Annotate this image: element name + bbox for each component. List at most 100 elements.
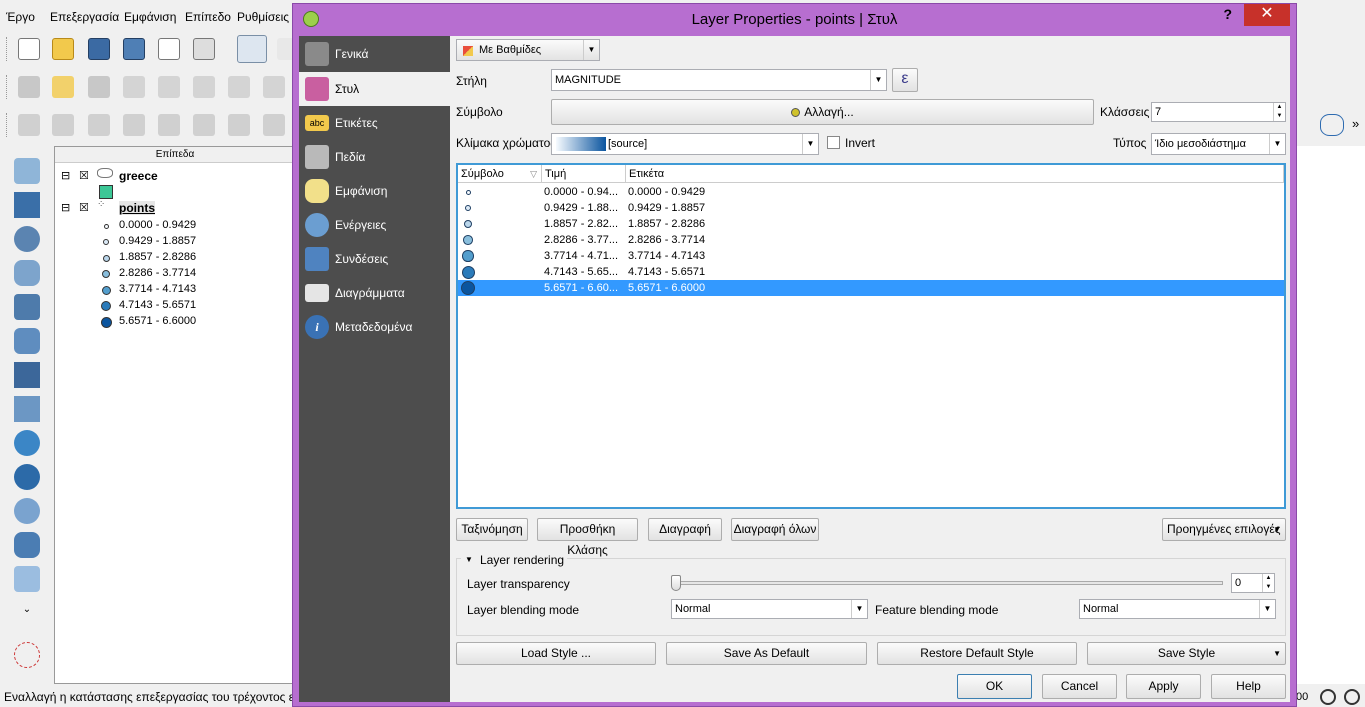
column-header-symbol[interactable]: Σύμβολο ▽ (458, 165, 542, 183)
delete-ring-icon[interactable] (228, 114, 250, 136)
class-value-cell[interactable]: 2.8286 - 3.77... (544, 232, 624, 248)
class-label-cell[interactable]: 4.7143 - 5.6571 (628, 264, 705, 280)
visibility-checkbox[interactable]: ☒ (79, 169, 89, 182)
add-feature-icon[interactable] (123, 76, 145, 98)
add-vector-layer-icon[interactable] (14, 158, 40, 184)
pan-map-icon[interactable] (237, 35, 267, 63)
legend-item[interactable]: 0.9429 - 1.8857 (119, 235, 196, 247)
redo-icon[interactable] (52, 114, 74, 136)
legend-item[interactable]: 2.8286 - 3.7714 (119, 267, 196, 279)
rotate-feature-icon[interactable] (88, 114, 110, 136)
load-style-button[interactable]: Load Style ... (456, 642, 656, 665)
add-delimited-text-icon[interactable] (14, 464, 40, 490)
invert-checkbox[interactable] (827, 136, 840, 149)
table-row[interactable]: 1.8857 - 2.82... 1.8857 - 2.8286 (458, 216, 1284, 232)
class-value-cell[interactable]: 3.7714 - 4.71... (544, 248, 624, 264)
class-symbol-icon[interactable] (461, 265, 475, 279)
class-symbol-icon[interactable] (463, 235, 473, 245)
class-value-cell[interactable]: 4.7143 - 5.65... (544, 264, 624, 280)
sidebar-item-labels[interactable]: abc Ετικέτες (299, 106, 450, 140)
add-class-button[interactable]: Προσθήκη Κλάσης (537, 518, 638, 557)
menu-view[interactable]: Εμφάνιση (124, 10, 176, 24)
messages-icon[interactable] (1344, 689, 1360, 705)
table-row[interactable]: 0.0000 - 0.94... 0.0000 - 0.9429 (458, 184, 1284, 200)
class-symbol-icon[interactable] (464, 204, 472, 212)
legend-item[interactable]: 0.0000 - 0.9429 (119, 219, 196, 231)
class-label-cell[interactable]: 3.7714 - 4.7143 (628, 248, 705, 264)
new-shapefile-icon[interactable] (14, 566, 40, 592)
move-feature-icon[interactable] (158, 76, 180, 98)
renderer-select[interactable]: Με Βαθμίδες ▼ (456, 39, 600, 61)
legend-item[interactable]: 1.8857 - 2.8286 (119, 251, 196, 263)
table-row[interactable]: 2.8286 - 3.77... 2.8286 - 3.7714 (458, 232, 1284, 248)
toolbar-overflow-icon[interactable]: » (1352, 116, 1359, 131)
transparency-slider-track[interactable] (671, 581, 1223, 585)
expression-button[interactable]: ε (892, 68, 918, 92)
table-row[interactable]: 3.7714 - 4.71... 3.7714 - 4.7143 (458, 248, 1284, 264)
dialog-close-button[interactable]: ✕ (1244, 4, 1290, 26)
legend-item[interactable]: 5.6571 - 6.6000 (119, 315, 196, 327)
class-symbol-icon[interactable] (465, 189, 471, 195)
add-virtual-layer-icon[interactable] (14, 498, 40, 524)
add-ring-icon[interactable] (158, 114, 180, 136)
legend-item[interactable]: 3.7714 - 4.7143 (119, 283, 196, 295)
layer-points[interactable]: points (119, 201, 155, 215)
transparency-spinbox[interactable]: 0 ▲ ▼ (1231, 573, 1275, 593)
add-part-icon[interactable] (193, 114, 215, 136)
sidebar-item-display[interactable]: Εμφάνιση (299, 174, 450, 208)
cut-features-icon[interactable] (263, 76, 285, 98)
table-row[interactable]: 4.7143 - 5.65... 4.7143 - 5.6571 (458, 264, 1284, 280)
feature-blending-select[interactable]: Normal ▼ (1079, 599, 1276, 619)
class-value-cell[interactable]: 1.8857 - 2.82... (544, 216, 624, 232)
delete-part-icon[interactable] (263, 114, 285, 136)
current-edits-icon[interactable] (18, 76, 40, 98)
color-ramp-select[interactable]: [source] ▼ (551, 133, 819, 155)
visibility-checkbox[interactable]: ☒ (79, 201, 89, 214)
class-label-cell[interactable]: 5.6571 - 6.6000 (628, 280, 705, 296)
crs-status-icon[interactable] (1320, 689, 1336, 705)
change-symbol-button[interactable]: Αλλαγή... (551, 99, 1094, 125)
toggle-editing-icon[interactable] (52, 76, 74, 98)
delete-all-button[interactable]: Διαγραφή όλων (731, 518, 819, 541)
add-wfs-layer-icon[interactable] (14, 430, 40, 456)
class-symbol-icon[interactable] (460, 280, 476, 296)
collapse-triangle-icon[interactable]: ▼ (461, 552, 477, 568)
save-style-button[interactable]: Save Style ▼ (1087, 642, 1286, 665)
add-gpx-layer-icon[interactable] (14, 532, 40, 558)
save-project-icon[interactable] (88, 38, 110, 60)
layer-greece[interactable]: greece (119, 169, 158, 183)
column-header-label[interactable]: Ετικέτα (626, 165, 1284, 183)
sidebar-item-fields[interactable]: Πεδία (299, 140, 450, 174)
simplify-feature-icon[interactable] (123, 114, 145, 136)
save-as-default-button[interactable]: Save As Default (666, 642, 867, 665)
table-row[interactable]: 0.9429 - 1.88... 0.9429 - 1.8857 (458, 200, 1284, 216)
expand-toggle[interactable]: ⊟ (61, 201, 70, 214)
class-value-cell[interactable]: 5.6571 - 6.60... (544, 280, 624, 296)
sidebar-item-style[interactable]: Στυλ (299, 72, 450, 106)
add-wcs-layer-icon[interactable] (14, 396, 40, 422)
blending-mode-select[interactable]: Normal ▼ (671, 599, 868, 619)
new-project-icon[interactable] (18, 38, 40, 60)
mode-select[interactable]: Ίδιο μεσοδιάστημα ▼ (1151, 133, 1286, 155)
more-tools-chevron-icon[interactable]: ⌄ (20, 604, 34, 616)
add-mssql-layer-icon[interactable] (14, 294, 40, 320)
menu-settings[interactable]: Ρυθμίσεις (237, 10, 289, 24)
sidebar-item-general[interactable]: Γενικά (299, 37, 450, 71)
class-label-cell[interactable]: 2.8286 - 3.7714 (628, 232, 705, 248)
class-label-cell[interactable]: 0.0000 - 0.9429 (628, 184, 705, 200)
digitizing-icon[interactable] (1320, 114, 1344, 136)
sidebar-item-metadata[interactable]: i Μεταδεδομένα (299, 310, 450, 344)
sidebar-item-joins[interactable]: Συνδέσεις (299, 242, 450, 276)
add-raster-layer-icon[interactable] (14, 192, 40, 218)
menu-edit[interactable]: Επεξεργασία (50, 10, 119, 24)
node-tool-icon[interactable] (193, 76, 215, 98)
class-label-cell[interactable]: 0.9429 - 1.8857 (628, 200, 705, 216)
menu-project[interactable]: Έργο (6, 10, 35, 24)
undo-icon[interactable] (18, 114, 40, 136)
delete-selected-icon[interactable] (228, 76, 250, 98)
add-oracle-layer-icon[interactable] (14, 328, 40, 354)
menu-layer[interactable]: Επίπεδο (185, 10, 231, 24)
map-canvas[interactable] (1296, 146, 1365, 684)
classify-button[interactable]: Ταξινόμηση (456, 518, 528, 541)
composer-manager-icon[interactable] (193, 38, 215, 60)
